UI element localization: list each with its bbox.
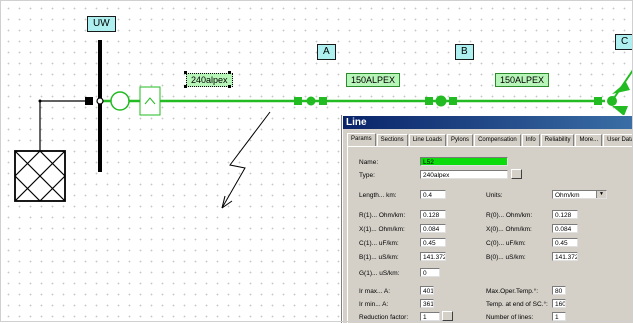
name-label: Name: [359,159,379,166]
units-selected-value: Ohm/km [555,192,580,199]
node-b-label[interactable]: B [455,44,474,60]
type-input[interactable]: 240alpex [420,170,508,179]
tab-reliability[interactable]: Reliability [540,134,575,146]
irmin-label: Ir min... A: [359,301,389,308]
numlines-input[interactable]: 1 [552,312,566,321]
tab-info[interactable]: Info [521,134,540,146]
r1-label: R(1)... Ohm/km: [359,212,406,219]
endtemp-label: Temp. at end of SC.°: [486,301,548,308]
dialog-title[interactable]: Line [343,116,633,129]
r1-input[interactable]: 0.128 [420,210,446,219]
numlines-label: Number of lines: [486,314,534,321]
tab-compensation[interactable]: Compensation [474,134,521,146]
type-label: Type: [359,172,375,179]
reduction-input[interactable]: 1 [420,312,440,321]
units-label: Units: [486,192,503,199]
g1-input[interactable]: 0 [420,268,440,277]
b0-label: B(0)... uS/km: [486,254,526,261]
x1-input[interactable]: 0.084 [420,224,446,233]
name-input[interactable]: L52 [420,157,508,166]
tab-params[interactable]: Params [347,133,376,147]
line-label-selected[interactable]: 240alpex [186,73,233,87]
endtemp-input[interactable]: 160 [552,299,566,308]
line-label[interactable]: 150ALPEX [495,73,550,87]
x0-label: X(0)... Ohm/km: [486,226,532,233]
selection-handle[interactable] [228,71,231,74]
type-browse-button[interactable] [511,169,522,179]
node-uw-label[interactable]: UW [87,16,116,32]
maxtemp-input[interactable]: 80 [552,286,566,295]
tab-sections[interactable]: Sections [376,134,408,146]
node-b-switch [435,95,447,107]
wire-junction [38,99,42,103]
node-a-switch [306,96,316,106]
node-b-terminal-left [425,97,433,105]
tab-line-loads[interactable]: Line Loads [408,134,447,146]
reduction-label: Reduction factor: [359,314,409,321]
r0-label: R(0)... Ohm/km: [486,212,533,219]
relay-box [139,86,161,116]
b1-label: B(1)... uS/km: [359,254,399,261]
length-label: Length... km: [359,192,397,199]
node-a-terminal-right [319,97,327,105]
selection-handle[interactable] [184,71,187,74]
length-input[interactable]: 0.4 [420,190,446,199]
tab-more[interactable]: More... [575,134,603,146]
node-c-label[interactable]: C [615,34,633,50]
external-grid-symbol [14,150,66,202]
b1-input[interactable]: 141.372 [420,252,446,261]
irmax-input[interactable]: 401 [420,286,434,295]
selection-handle[interactable] [184,85,187,88]
c0-input[interactable]: 0.45 [552,238,578,247]
node-a-label[interactable]: A [317,44,336,60]
irmax-label: Ir max... A: [359,288,391,295]
tab-pylons[interactable]: Pylons [447,134,474,146]
node-a-terminal-left [294,97,302,105]
selection-handle[interactable] [228,85,231,88]
g1-label: G(1)... uS/km: [359,270,400,277]
breaker-left [85,97,93,105]
feeder-wire [39,100,88,151]
maxtemp-label: Max.Oper.Temp.°: [486,288,539,295]
x0-input[interactable]: 0.084 [552,224,578,233]
dialog-tabs: Params Sections Line Loads Pylons Compen… [347,133,633,147]
params-panel: Name: L52 Type: 240alpex Length... km: 0… [347,146,633,323]
uw-switch [96,97,104,105]
c0-label: C(0)... uF/km: [486,240,526,247]
r0-input[interactable]: 0.128 [552,210,578,219]
node-c-terminal [594,97,602,105]
x1-label: X(1)... Ohm/km: [359,226,405,233]
chevron-down-icon[interactable]: ▼ [596,191,606,198]
line-properties-dialog: Line Params Sections Line Loads Pylons C… [342,115,633,323]
tab-user-data[interactable]: User Data [603,134,633,146]
reduction-browse-button[interactable] [442,311,453,321]
fault-lightning-icon [221,111,271,209]
irmin-input[interactable]: 361 [420,299,434,308]
node-b-terminal-right [449,97,457,105]
b0-input[interactable]: 141.372 [552,252,578,261]
c1-label: C(1)... uF/km: [359,240,399,247]
transformer-symbol [110,91,130,111]
line-label[interactable]: 150ALPEX [346,73,401,87]
c1-input[interactable]: 0.45 [420,238,446,247]
units-select[interactable]: Ohm/km ▼ [552,190,607,199]
